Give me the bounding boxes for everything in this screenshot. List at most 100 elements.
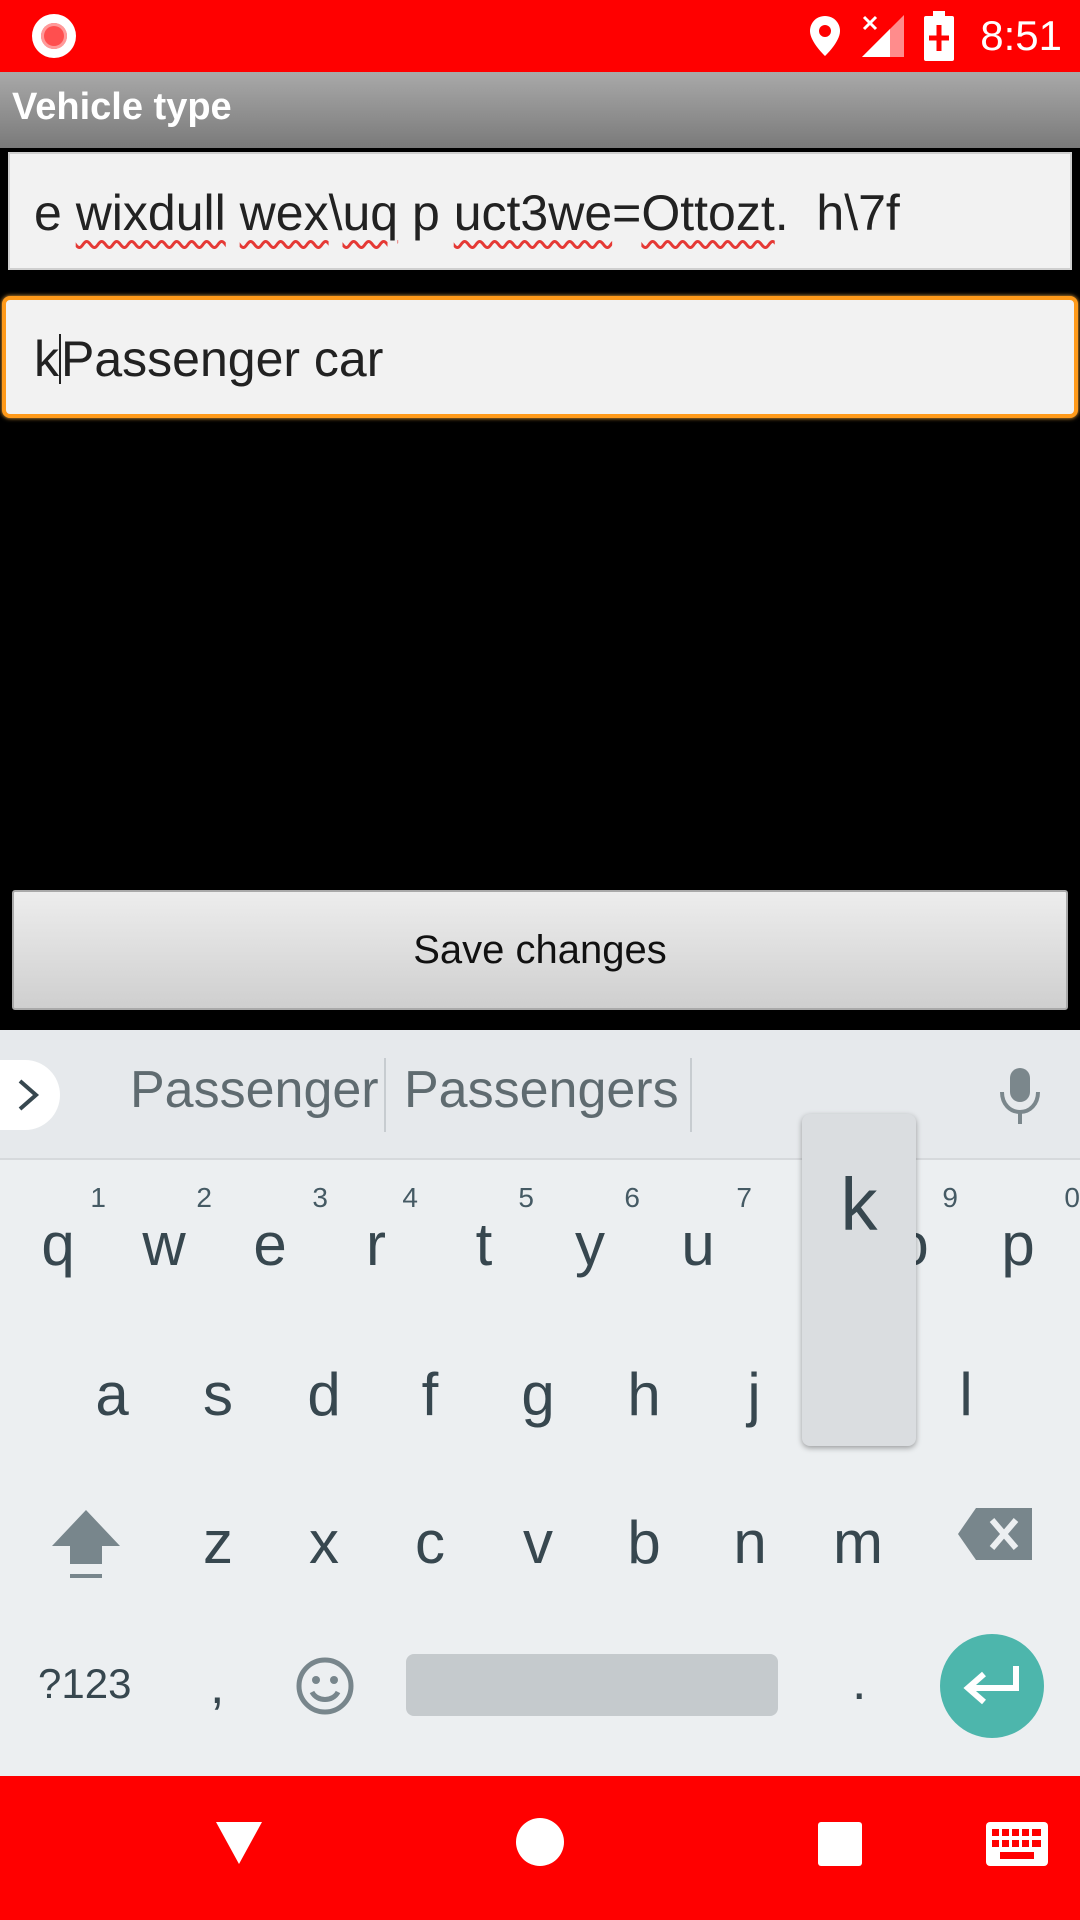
enter-button[interactable] [940, 1634, 1044, 1738]
key-u[interactable]: u7 [648, 1180, 752, 1310]
key-label: z [203, 1509, 233, 1576]
key-r[interactable]: r4 [326, 1180, 426, 1310]
symbols-key[interactable]: ?123 [38, 1660, 131, 1708]
key-n[interactable]: n [700, 1478, 800, 1608]
enter-icon [963, 1666, 1019, 1705]
key-label: x [309, 1509, 339, 1576]
suggestion-divider [384, 1058, 386, 1132]
misspelled-word: Ottozt [641, 185, 775, 241]
save-changes-button[interactable]: Save changes [12, 890, 1068, 1010]
suggestion-divider [690, 1058, 692, 1132]
key-hint: 5 [518, 1182, 534, 1213]
misspelled-word: wex [239, 185, 329, 241]
key-label: w [142, 1211, 186, 1278]
period-key[interactable]: . [852, 1652, 866, 1712]
key-label: g [521, 1361, 555, 1428]
key-l[interactable]: l [916, 1330, 1016, 1460]
key-z[interactable]: z [168, 1478, 268, 1608]
text-field-1-value: e wixdull wex\uq p uct3we=Ottozt. h\7f [34, 185, 900, 241]
key-label: h [627, 1361, 661, 1428]
key-label: b [627, 1509, 661, 1576]
key-label: q [41, 1211, 75, 1278]
key-d[interactable]: d [274, 1330, 374, 1460]
key-m[interactable]: m [808, 1478, 908, 1608]
misspelled-word: uq [342, 185, 399, 241]
key-label: u [681, 1211, 715, 1278]
backspace-icon[interactable] [958, 1508, 1032, 1560]
suggestion-1[interactable]: Passenger [130, 1060, 379, 1120]
key-h[interactable]: h [594, 1330, 694, 1460]
comma-key[interactable]: , [210, 1656, 224, 1716]
clock: 8:51 [980, 12, 1062, 59]
chevron-right-icon [18, 1079, 40, 1111]
key-k-popup: k [802, 1114, 916, 1446]
suggestion-2[interactable]: Passengers [404, 1060, 679, 1120]
misspelled-word: uct3we [453, 185, 613, 241]
key-label: j [747, 1361, 761, 1428]
misspelled-word: wixdull [75, 185, 226, 241]
key-t[interactable]: t5 [434, 1180, 534, 1310]
recents-icon[interactable] [818, 1822, 862, 1866]
shift-icon[interactable] [50, 1506, 122, 1582]
key-label: a [95, 1361, 129, 1428]
status-icons: 8:51 [808, 0, 1062, 72]
text-before-cursor: k [34, 331, 59, 387]
keyboard-switch-icon[interactable] [986, 1822, 1048, 1866]
key-hint: 1 [90, 1182, 106, 1213]
key-c[interactable]: c [380, 1478, 480, 1608]
key-label: s [203, 1361, 233, 1428]
popup-label: k [840, 1163, 878, 1246]
key-label: e [253, 1211, 287, 1278]
key-g[interactable]: g [488, 1330, 588, 1460]
key-b[interactable]: b [594, 1478, 694, 1608]
home-icon[interactable] [516, 1818, 564, 1866]
key-label: f [421, 1361, 439, 1428]
key-label: d [307, 1361, 341, 1428]
page-title: Vehicle type [12, 86, 232, 128]
key-s[interactable]: s [168, 1330, 268, 1460]
key-label: r [366, 1211, 386, 1278]
emoji-icon[interactable] [295, 1656, 355, 1716]
key-a[interactable]: a [62, 1330, 162, 1460]
status-bar: 8:51 [0, 0, 1080, 72]
key-j[interactable]: j [704, 1330, 804, 1460]
key-e[interactable]: e3 [220, 1180, 328, 1310]
key-label: y [575, 1211, 605, 1278]
microphone-icon[interactable] [998, 1066, 1042, 1126]
key-hint: 2 [196, 1182, 212, 1213]
battery-charging-icon [924, 11, 955, 61]
key-y[interactable]: y6 [540, 1180, 640, 1310]
key-hint: 4 [402, 1182, 418, 1213]
key-q[interactable]: q1 [8, 1180, 108, 1310]
text-after-cursor: Passenger car [61, 331, 384, 387]
key-label: p [1001, 1211, 1035, 1278]
key-label: l [959, 1361, 973, 1428]
key-label: t [475, 1211, 493, 1278]
expand-toolbar-button[interactable] [0, 1060, 60, 1130]
key-w[interactable]: w2 [114, 1180, 214, 1310]
key-v[interactable]: v [488, 1478, 588, 1608]
key-hint: 9 [942, 1182, 958, 1213]
signal-no-data-icon [862, 15, 905, 57]
key-label: m [833, 1509, 883, 1576]
key-label: n [733, 1509, 767, 1576]
vehicle-type-value: kPassenger car [34, 330, 383, 388]
word: e [34, 185, 76, 241]
save-changes-label: Save changes [413, 927, 667, 972]
title-bar: Vehicle type [0, 72, 1080, 148]
key-f[interactable]: f [380, 1330, 480, 1460]
space-bar[interactable] [406, 1654, 778, 1716]
location-icon [810, 16, 841, 56]
vehicle-type-input[interactable]: kPassenger car [2, 296, 1078, 418]
key-hint: 7 [736, 1182, 752, 1213]
suggestion-strip: Passenger Passengers [0, 1030, 1080, 1160]
key-label: c [415, 1509, 445, 1576]
record-icon [32, 14, 76, 58]
key-label: v [523, 1509, 553, 1576]
text-field-1[interactable]: e wixdull wex\uq p uct3we=Ottozt. h\7f [8, 152, 1072, 270]
key-p[interactable]: p0 [968, 1180, 1080, 1310]
back-icon[interactable] [214, 1818, 264, 1866]
key-hint: 6 [624, 1182, 640, 1213]
key-hint: 0 [1064, 1182, 1080, 1213]
key-x[interactable]: x [274, 1478, 374, 1608]
